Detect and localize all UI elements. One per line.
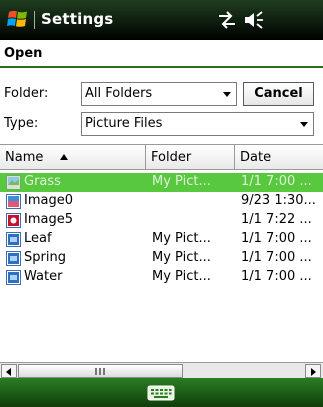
menu-bar xyxy=(0,378,323,407)
column-header-name-label: Name xyxy=(5,150,44,165)
dialog-title: Open xyxy=(4,46,43,61)
scrollbar-thumb[interactable] xyxy=(18,364,183,378)
image-file-icon xyxy=(6,270,21,285)
list-item[interactable]: Water My Pict... 1/1 7:00 ... xyxy=(0,268,323,287)
type-dropdown-value: Picture Files xyxy=(85,116,163,131)
file-date: 1/1 7:00 ... xyxy=(241,250,312,265)
app-title: Settings xyxy=(41,10,114,28)
chevron-down-icon xyxy=(300,122,308,127)
column-header-folder[interactable]: Folder xyxy=(146,145,235,170)
file-name: Image5 xyxy=(24,212,73,227)
list-item[interactable]: Image5 1/1 7:22 ... xyxy=(0,211,323,230)
folder-dropdown[interactable]: All Folders xyxy=(81,82,237,106)
list-item[interactable]: Grass My Pict... 1/1 7:00 ... xyxy=(0,173,323,192)
scroll-left-button[interactable] xyxy=(1,364,17,378)
scroll-right-button[interactable] xyxy=(305,364,321,378)
volume-icon[interactable] xyxy=(243,11,265,29)
windows-start-icon[interactable] xyxy=(6,7,30,31)
sort-ascending-icon xyxy=(60,154,68,160)
file-name: Spring xyxy=(24,250,66,265)
file-date: 9/23 1:30... xyxy=(241,193,316,208)
horizontal-scrollbar[interactable] xyxy=(0,362,323,378)
file-date: 1/1 7:00 ... xyxy=(241,269,312,284)
grip-icon xyxy=(95,368,105,375)
column-header-name[interactable]: Name xyxy=(0,145,146,170)
folder-label: Folder: xyxy=(4,86,49,101)
file-date: 1/1 7:22 ... xyxy=(241,212,312,227)
cancel-button[interactable]: Cancel xyxy=(243,82,314,106)
folder-dropdown-value: All Folders xyxy=(85,86,153,101)
file-folder: My Pict... xyxy=(152,231,211,246)
file-folder: My Pict... xyxy=(152,269,211,284)
type-label: Type: xyxy=(4,116,39,131)
arrow-right-icon xyxy=(311,368,316,376)
image-file-icon xyxy=(6,175,21,190)
file-name: Water xyxy=(24,269,63,284)
column-header-date-label: Date xyxy=(240,150,272,165)
column-header-date[interactable]: Date xyxy=(235,145,323,170)
list-item[interactable]: Image0 9/23 1:30... xyxy=(0,192,323,211)
title-bar: Settings xyxy=(0,0,323,40)
image-file-icon xyxy=(6,194,21,209)
chevron-down-icon xyxy=(223,92,231,97)
file-name: Image0 xyxy=(24,193,73,208)
connectivity-icon[interactable] xyxy=(217,11,237,29)
file-folder: My Pict... xyxy=(152,250,211,265)
image-file-red-icon xyxy=(6,213,21,228)
file-folder: My Pict... xyxy=(152,174,211,189)
image-file-icon xyxy=(6,251,21,266)
keyboard-icon[interactable] xyxy=(147,384,175,402)
title-separator xyxy=(34,11,35,29)
file-name: Grass xyxy=(24,174,61,189)
column-header-folder-label: Folder xyxy=(151,150,192,165)
arrow-left-icon xyxy=(6,368,11,376)
file-name: Leaf xyxy=(24,231,52,246)
list-item[interactable]: Spring My Pict... 1/1 7:00 ... xyxy=(0,249,323,268)
list-item[interactable]: Leaf My Pict... 1/1 7:00 ... xyxy=(0,230,323,249)
open-form: Folder: All Folders Cancel Type: Picture… xyxy=(0,70,323,142)
column-header-row: Name Folder Date xyxy=(0,145,323,170)
file-date: 1/1 7:00 ... xyxy=(241,231,312,246)
type-dropdown[interactable]: Picture Files xyxy=(81,112,314,136)
file-list[interactable]: Name Folder Date Grass My Pict... 1/1 7:… xyxy=(0,144,323,369)
dialog-header: Open xyxy=(0,40,323,68)
image-file-icon xyxy=(6,232,21,247)
file-date: 1/1 7:00 ... xyxy=(241,174,312,189)
